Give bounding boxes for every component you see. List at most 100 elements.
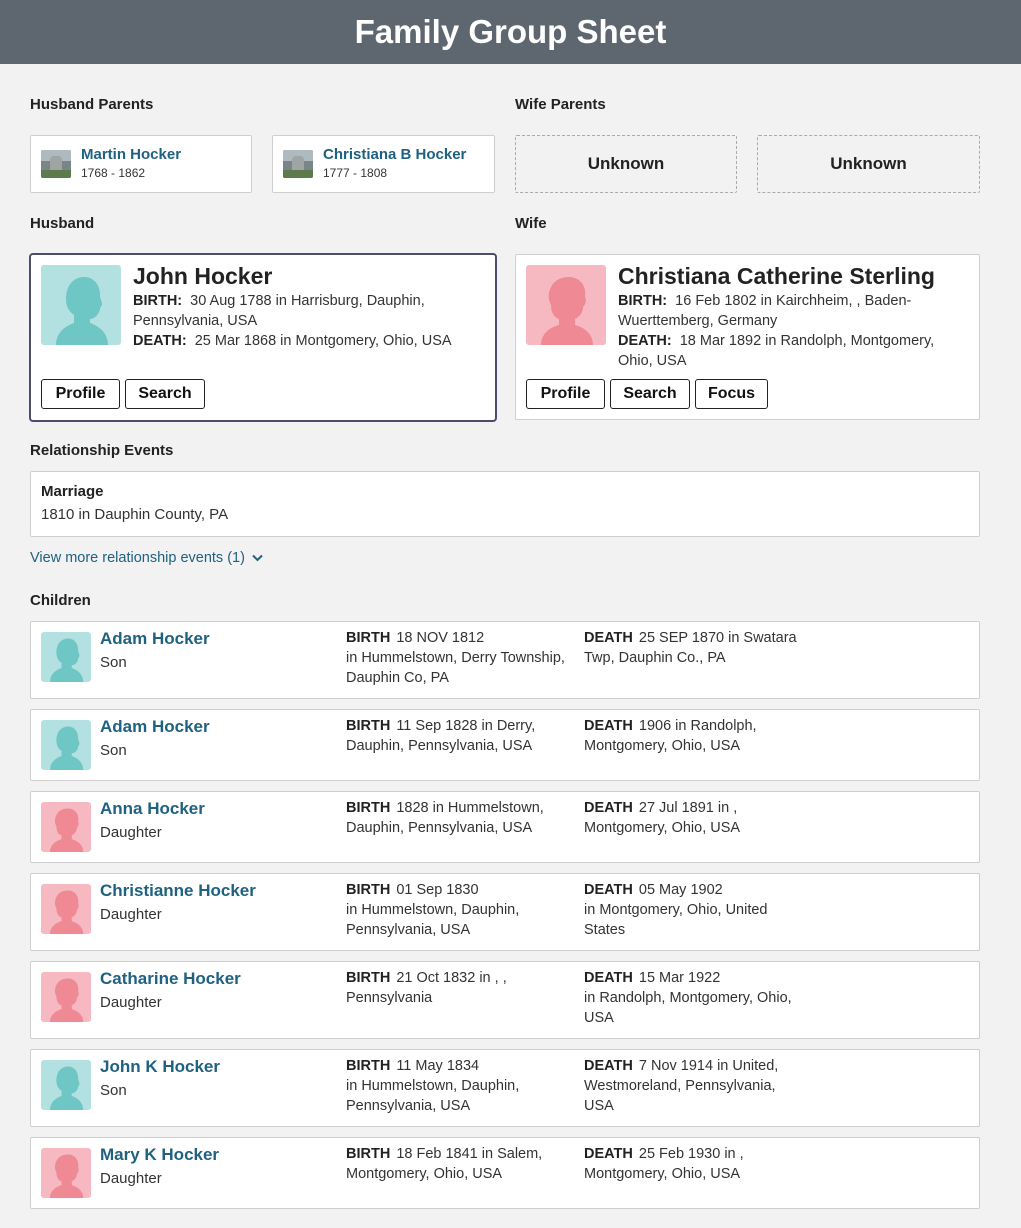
event-type: Marriage [41,483,104,500]
birth-label: BIRTH [346,882,391,898]
marriage-event-card: Marriage 1810 in Dauphin County, PA [30,471,980,537]
child-relation: Daughter [100,994,162,1011]
female-silhouette-icon [526,265,606,345]
child-name[interactable]: Mary K Hocker [100,1144,219,1166]
birth-label: BIRTH [346,970,391,986]
unknown-label: Unknown [830,154,907,173]
husband-birth: BIRTH: 30 Aug 1788 in Harrisburg, Dauphi… [133,291,485,331]
child-name[interactable]: John K Hocker [100,1056,220,1078]
child-row[interactable]: Mary K Hocker Daughter BIRTH 18 Feb 1841 in… [30,1137,980,1209]
wife-father-unknown-card[interactable]: Unknown [515,135,737,193]
husband-parents-label: Husband Parents [30,96,154,113]
child-relation: Daughter [100,906,162,923]
husband-father-card[interactable]: Martin Hocker 1768 - 1862 [30,135,252,193]
child-relation: Son [100,742,127,759]
wife-parents-label: Wife Parents [515,96,606,113]
child-birth: BIRTH 18 Feb 1841 in Salem, Montgomery, O… [346,1144,566,1184]
husband-father-dates: 1768 - 1862 [81,166,146,180]
wife-mother-unknown-card[interactable]: Unknown [757,135,980,193]
husband-mother-dates: 1777 - 1808 [323,166,388,180]
female-silhouette-icon [41,802,91,852]
death-label: DEATH [584,630,633,646]
female-silhouette-icon [41,884,91,934]
husband-death-value: 25 Mar 1868 in Montgomery, Ohio, USA [194,333,452,349]
husband-name: John Hocker [133,263,273,289]
child-name[interactable]: Catharine Hocker [100,968,241,990]
child-name[interactable]: Christianne Hocker [100,880,256,902]
child-birth: BIRTH 18 NOV 1812 in Hummelstown, Derry T… [346,628,566,688]
death-label: DEATH: [133,333,187,349]
child-death: DEATH 7 Nov 1914 in United, Westmoreland,… [584,1056,804,1116]
chevron-down-icon [252,554,263,562]
child-death: DEATH 15 Mar 1922 in Randolph, Montgomery… [584,968,804,1028]
child-death: DEATH 1906 in Randolph, Montgomery, Ohio,… [584,716,804,756]
wife-profile-button[interactable]: Profile [526,379,605,409]
child-birth: BIRTH 01 Sep 1830 in Hummelstown, Dauphin… [346,880,566,940]
child-birth: BIRTH 1828 in Hummelstown, Dauphin, Penns… [346,798,566,838]
wife-label: Wife [515,215,547,232]
death-label: DEATH [584,1058,633,1074]
child-row[interactable]: Anna Hocker Daughter BIRTH 1828 in Hummelst… [30,791,980,863]
husband-mother-name[interactable]: Christiana B Hocker [323,146,466,164]
male-silhouette-icon [41,1060,91,1110]
male-silhouette-icon [41,720,91,770]
wife-card[interactable]: Christiana Catherine Sterling BIRTH: 16 … [515,254,980,420]
death-label: DEATH [584,970,633,986]
child-birth: BIRTH 11 May 1834 in Hummelstown, Dauphin… [346,1056,566,1116]
child-name[interactable]: Adam Hocker [100,628,210,650]
child-birth: BIRTH 11 Sep 1828 in Derry, Dauphin, Penn… [346,716,566,756]
husband-death: DEATH: 25 Mar 1868 in Montgomery, Ohio, … [133,331,485,351]
view-more-events-link[interactable]: View more relationship events (1) [30,550,263,566]
child-row[interactable]: Adam Hocker Son BIRTH 18 NOV 1812 in Hummel… [30,621,980,699]
birth-label: BIRTH [346,1058,391,1074]
wife-search-button[interactable]: Search [610,379,690,409]
female-silhouette-icon [41,972,91,1022]
headstone-photo-icon [283,150,313,178]
birth-label: BIRTH: [133,293,183,309]
child-name[interactable]: Anna Hocker [100,798,205,820]
husband-profile-button[interactable]: Profile [41,379,120,409]
male-silhouette-icon [41,632,91,682]
child-relation: Son [100,654,127,671]
view-more-events-label: View more relationship events (1) [30,550,245,566]
child-row[interactable]: Adam Hocker Son BIRTH 11 Sep 1828 in Derry,… [30,709,980,781]
death-label: DEATH [584,1146,633,1162]
child-row[interactable]: John K Hocker Son BIRTH 11 May 1834 in Humm… [30,1049,980,1127]
husband-search-button[interactable]: Search [125,379,205,409]
death-label: DEATH [584,882,633,898]
child-name[interactable]: Adam Hocker [100,716,210,738]
child-row[interactable]: Catharine Hocker Daughter BIRTH 21 Oct 1832… [30,961,980,1039]
husband-card[interactable]: John Hocker BIRTH: 30 Aug 1788 in Harris… [29,253,497,422]
death-label: DEATH [584,718,633,734]
headstone-photo-icon [41,150,71,178]
husband-label: Husband [30,215,95,232]
children-label: Children [30,592,91,609]
child-death: DEATH 25 Feb 1930 in , Montgomery, Ohio, … [584,1144,804,1184]
female-silhouette-icon [41,1148,91,1198]
event-detail: 1810 in Dauphin County, PA [41,506,229,523]
wife-birth: BIRTH: 16 Feb 1802 in Kairchheim, , Bade… [618,291,968,331]
child-death: DEATH 27 Jul 1891 in , Montgomery, Ohio, … [584,798,804,838]
birth-label: BIRTH [346,1146,391,1162]
child-death: DEATH 25 SEP 1870 in Swatara Twp, Dauphin… [584,628,804,668]
child-death: DEATH 05 May 1902 in Montgomery, Ohio, Un… [584,880,804,940]
wife-focus-button[interactable]: Focus [695,379,768,409]
unknown-label: Unknown [587,154,665,173]
child-row[interactable]: Christianne Hocker Daughter BIRTH 01 Sep 18… [30,873,980,951]
child-birth: BIRTH 21 Oct 1832 in , , Pennsylvania [346,968,566,1008]
relationship-events-label: Relationship Events [30,442,174,459]
birth-label: BIRTH [346,718,391,734]
husband-father-name[interactable]: Martin Hocker [81,146,181,164]
wife-name: Christiana Catherine Sterling [618,263,935,289]
husband-mother-card[interactable]: Christiana B Hocker 1777 - 1808 [272,135,495,193]
death-label: DEATH [584,800,633,816]
header-bar: Family Group Sheet [0,0,1021,64]
birth-label: BIRTH [346,630,391,646]
child-relation: Daughter [100,824,162,841]
child-relation: Son [100,1082,127,1099]
page-title: Family Group Sheet [354,13,667,50]
child-relation: Daughter [100,1170,162,1187]
birth-label: BIRTH: [618,293,668,309]
wife-death: DEATH: 18 Mar 1892 in Randolph, Montgome… [618,331,968,371]
birth-label: BIRTH [346,800,391,816]
